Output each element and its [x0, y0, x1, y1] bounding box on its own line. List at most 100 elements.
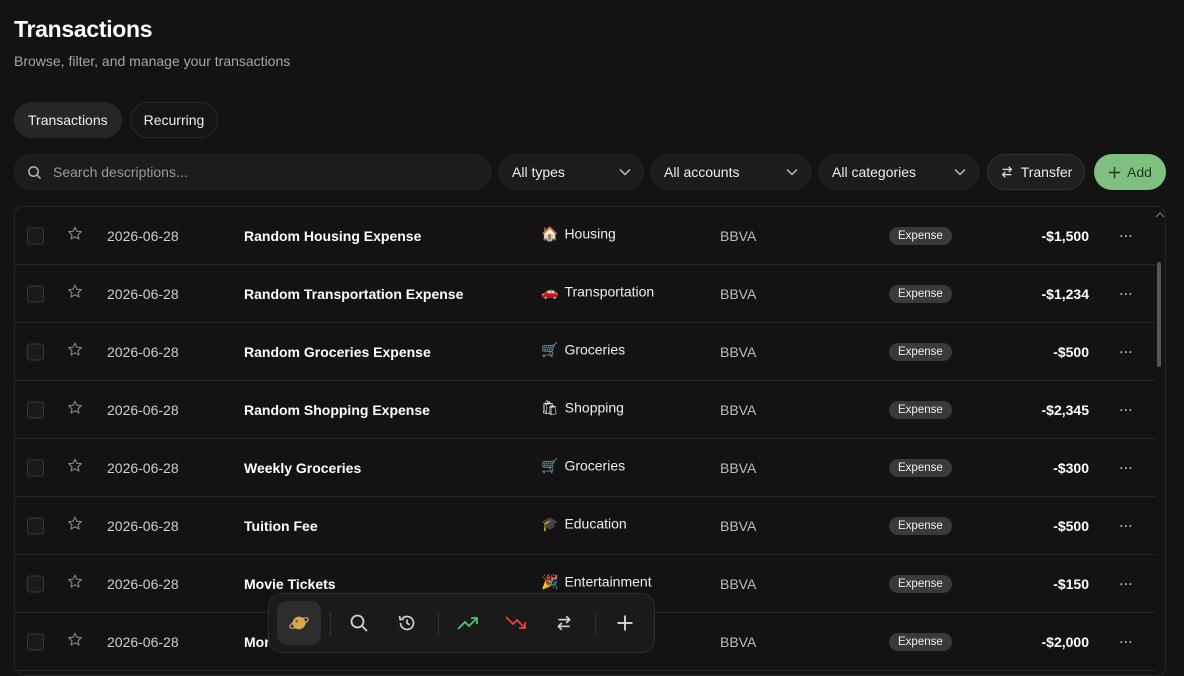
category-icon: 🛒	[541, 457, 559, 473]
more-options-icon[interactable]: ⋯	[1119, 517, 1133, 534]
category-icon: 🎉	[541, 573, 559, 589]
row-description: Mor	[244, 633, 270, 650]
star-icon[interactable]	[67, 631, 83, 652]
star-icon[interactable]	[67, 283, 83, 304]
quick-action-dock	[268, 593, 655, 653]
row-amount: -$300	[1053, 459, 1089, 476]
row-date: 2026-06-28	[107, 517, 179, 534]
dock-home-button[interactable]	[277, 601, 321, 645]
row-checkbox[interactable]	[27, 459, 44, 476]
scroll-up-icon[interactable]	[1155, 205, 1165, 223]
row-amount: -$2,345	[1041, 401, 1089, 418]
row-account: BBVA	[720, 343, 757, 360]
row-account: BBVA	[720, 517, 757, 534]
row-category: 🛒 Groceries	[541, 341, 625, 358]
table-row[interactable]: 2026-06-28 Random Transportation Expense 🚗…	[15, 265, 1156, 323]
row-checkbox[interactable]	[27, 401, 44, 418]
table-row[interactable]: 2026-06-28 Weekly Groceries 🛒 Groceries BBVA…	[15, 439, 1156, 497]
dock-income-button[interactable]	[457, 615, 479, 631]
type-badge: Expense	[889, 574, 952, 593]
row-description: Random Shopping Expense	[244, 401, 430, 418]
transfer-button[interactable]: Transfer	[987, 154, 1085, 190]
star-icon[interactable]	[67, 399, 83, 420]
row-account: BBVA	[720, 633, 757, 650]
type-badge: Expense	[889, 400, 952, 419]
more-options-icon[interactable]: ⋯	[1119, 343, 1133, 360]
row-description: Weekly Groceries	[244, 459, 362, 476]
search-input[interactable]	[51, 163, 455, 181]
row-account: BBVA	[720, 227, 757, 244]
row-account: BBVA	[720, 575, 757, 592]
row-account: BBVA	[720, 459, 757, 476]
dock-expense-button[interactable]	[505, 615, 527, 631]
dock-history-button[interactable]	[397, 613, 417, 633]
row-amount: -$500	[1053, 517, 1089, 534]
category-label: Groceries	[564, 341, 626, 358]
star-icon[interactable]	[67, 225, 83, 246]
row-date: 2026-06-28	[107, 633, 179, 650]
dock-transfer-button[interactable]	[555, 614, 573, 632]
more-options-icon[interactable]: ⋯	[1119, 575, 1133, 592]
more-options-icon[interactable]: ⋯	[1119, 401, 1133, 418]
star-icon[interactable]	[67, 515, 83, 536]
chevron-down-icon	[954, 168, 966, 176]
account-filter-select[interactable]: All accounts	[651, 154, 811, 190]
table-row[interactable]: 2026-06-28 Random Shopping Expense 🛍 Shoppi…	[15, 381, 1156, 439]
page-subtitle: Browse, filter, and manage your transact…	[14, 53, 291, 69]
row-checkbox[interactable]	[27, 633, 44, 650]
category-label: Shopping	[564, 399, 624, 416]
more-options-icon[interactable]: ⋯	[1119, 459, 1133, 476]
row-checkbox[interactable]	[27, 517, 44, 534]
row-account: BBVA	[720, 401, 757, 418]
home-icon	[289, 616, 309, 630]
row-account: BBVA	[720, 285, 757, 302]
category-filter-select[interactable]: All categories	[819, 154, 979, 190]
star-icon[interactable]	[67, 573, 83, 594]
table-row[interactable]: 2026-06-28 Random Housing Expense 🏠 Housing…	[15, 207, 1156, 265]
category-icon: 🏠	[541, 225, 559, 241]
plus-icon	[1108, 166, 1121, 178]
row-checkbox[interactable]	[27, 227, 44, 244]
tab-bar: Transactions Recurring	[14, 102, 219, 138]
tab-recurring[interactable]: Recurring	[129, 102, 219, 138]
star-icon[interactable]	[67, 341, 83, 362]
account-filter-value: All accounts	[664, 164, 740, 180]
dock-search-button[interactable]	[349, 613, 369, 633]
table-row[interactable]: 2026-06-28 Tuition Fee 🎓 Education BBVA Expen…	[15, 497, 1156, 555]
table-scrollbar[interactable]	[1157, 262, 1161, 367]
category-filter-value: All categories	[832, 164, 917, 180]
more-options-icon[interactable]: ⋯	[1119, 227, 1133, 244]
category-icon: 🚗	[541, 283, 559, 299]
tab-transactions[interactable]: Transactions	[14, 102, 122, 138]
table-row[interactable]: 2026-06-28 Random Groceries Expense 🛒 Groce…	[15, 323, 1156, 381]
row-date: 2026-06-28	[107, 285, 179, 302]
add-button[interactable]: Add	[1094, 154, 1166, 190]
plus-icon	[617, 615, 633, 631]
category-label: Groceries	[564, 457, 626, 474]
chevron-down-icon	[619, 168, 631, 176]
row-checkbox[interactable]	[27, 343, 44, 360]
more-options-icon[interactable]: ⋯	[1119, 285, 1133, 302]
row-checkbox[interactable]	[27, 575, 44, 592]
row-category: 🎉 Entertainment	[541, 573, 652, 590]
row-amount: -$1,234	[1041, 285, 1089, 302]
type-badge: Expense	[889, 342, 952, 361]
type-filter-select[interactable]: All types	[499, 154, 644, 190]
more-options-icon[interactable]: ⋯	[1119, 633, 1133, 650]
search-box[interactable]	[14, 154, 491, 190]
row-checkbox[interactable]	[27, 285, 44, 302]
dock-add-button[interactable]	[616, 614, 634, 632]
star-icon[interactable]	[67, 457, 83, 478]
row-category: 🚗 Transportation	[541, 283, 654, 300]
type-badge: Expense	[889, 516, 952, 535]
row-description: Random Housing Expense	[244, 227, 422, 244]
add-label: Add	[1127, 164, 1152, 180]
category-label: Entertainment	[564, 573, 652, 590]
row-category: 🛍 Shopping	[541, 399, 624, 416]
category-icon: 🛍	[541, 399, 559, 415]
category-label: Housing	[564, 225, 616, 242]
transfer-icon	[1001, 166, 1012, 178]
row-description: Movie Tickets	[244, 575, 336, 592]
row-date: 2026-06-28	[107, 227, 179, 244]
transfer-icon	[557, 615, 571, 631]
